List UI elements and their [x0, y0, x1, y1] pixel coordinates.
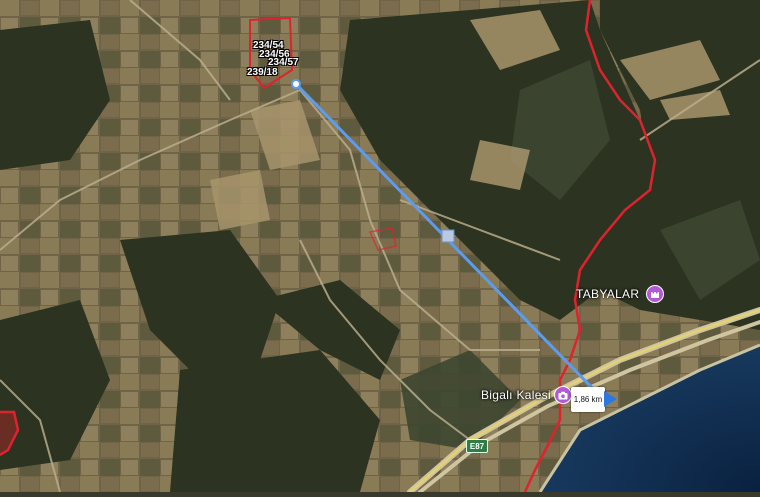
- road-shield-e87: E87: [466, 439, 488, 453]
- measurement-midpoint-handle: [441, 229, 455, 243]
- camera-icon[interactable]: [554, 386, 572, 404]
- map-imagery: [0, 0, 760, 495]
- place-label-bigali-kalesi[interactable]: Bigalı Kalesi: [481, 388, 551, 402]
- parcel-label-4: 239/18: [247, 67, 278, 78]
- distance-label: 1,86 km: [571, 387, 605, 412]
- measurement-start-handle: [291, 79, 301, 89]
- satellite-map[interactable]: 234/54 234/56 234/57 239/18 TABYALAR Big…: [0, 0, 760, 495]
- castle-icon[interactable]: [646, 285, 664, 303]
- measurement-end-marker[interactable]: [604, 391, 617, 407]
- place-label-tabyalar[interactable]: TABYALAR: [576, 287, 639, 301]
